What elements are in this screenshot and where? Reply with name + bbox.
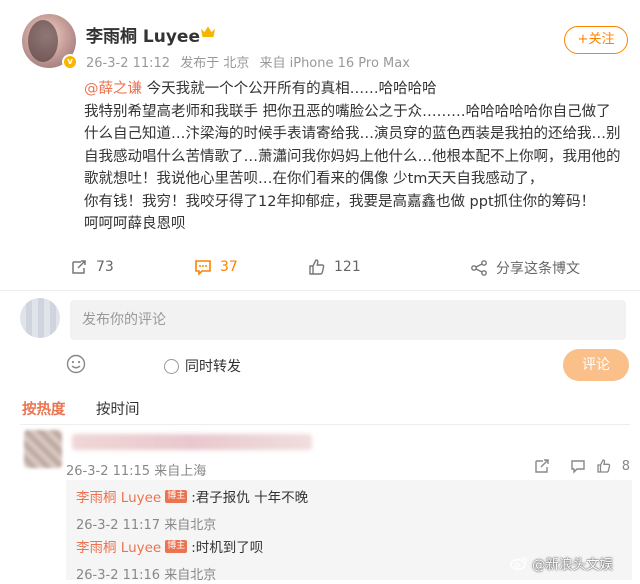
watermark: @新浪头文娱 <box>510 553 613 573</box>
username[interactable]: 李雨桐 Luyee <box>86 22 200 47</box>
comment-icon <box>195 260 211 276</box>
tab-by-time[interactable]: 按时间 <box>96 398 140 419</box>
post-body: @薛之谦 今天我就一个个公开所有的真相……哈哈哈哈 我特别希望高老师和我联手 把… <box>84 78 624 236</box>
post-location: 发布于 北京 <box>180 56 250 71</box>
comment-input-area: 发布你的评论 <box>20 298 626 346</box>
comment-button[interactable]: 37 <box>194 258 238 276</box>
reply-meta: 26-3-2 11:16 来自北京 <box>76 568 217 583</box>
comment-input[interactable]: 发布你的评论 <box>70 300 626 340</box>
reply-item: 李雨桐 Luyee 博主 :时机到了呗 26-3-2 11:16 来自北京 <box>76 536 263 583</box>
post-line-4: 自我感动唱什么苦情歌了…萧瀟问我你妈妈上他什么…他根本配不上你啊，我用他的 <box>84 148 621 165</box>
commenter-name-blurred <box>72 434 312 450</box>
action-bar: 73 37 121 分享这条博文 <box>64 258 624 282</box>
reply-meta: 26-3-2 11:17 来自北京 <box>76 518 217 533</box>
reply-author[interactable]: 李雨桐 Luyee <box>76 536 161 556</box>
post-line-3: 什么自己知道…汴梁海的时候手表请寄给我…演员穿的蓝色西装是我拍的还给我…别 <box>84 126 621 142</box>
divider <box>20 424 630 425</box>
comment-ops: 8 <box>534 458 630 476</box>
tab-by-hotness[interactable]: 按热度 <box>22 398 66 419</box>
watermark-text: @新浪头文娱 <box>532 557 613 573</box>
reply-item: 李雨桐 Luyee 博主 :君子报仇 十年不晚 26-3-2 11:17 来自北… <box>76 486 308 533</box>
repost-checkbox[interactable]: 同时转发 <box>164 356 241 376</box>
weibo-logo-icon <box>510 557 528 570</box>
share-button[interactable]: 分享这条博文 <box>470 258 580 278</box>
comment-meta: 26-3-2 11:15 来自上海 <box>66 464 207 479</box>
comment-icon[interactable] <box>570 458 586 474</box>
post-header: v 李雨桐 Luyee 26-3-2 11:12 发布于 北京 来自 iPhon… <box>22 14 628 74</box>
comment-count: 37 <box>220 259 238 275</box>
reply-text: :时机到了呗 <box>191 540 264 556</box>
comment-like-count: 8 <box>621 459 630 474</box>
crown-icon <box>201 26 215 37</box>
checkbox-icon[interactable] <box>164 358 179 374</box>
submit-comment-button[interactable]: 评论 <box>563 349 629 381</box>
my-avatar <box>20 298 60 338</box>
thumbs-up-icon[interactable] <box>596 458 612 474</box>
thumbs-up-icon <box>309 259 325 275</box>
post-line-6: 你有钱！我穷！我咬牙得了12年抑郁症，我要是高嘉鑫也做 ppt抓住你的筹码！ <box>84 193 596 210</box>
forward-icon <box>72 260 86 274</box>
forward-count: 73 <box>96 259 114 275</box>
like-button[interactable]: 121 <box>308 258 361 276</box>
verified-badge-icon: v <box>62 54 78 70</box>
like-count: 121 <box>334 259 361 275</box>
post-line-2: 我特别希望高老师和我联手 把你丑恶的嘴脸公之于众………哈哈哈哈哈你自己做了 <box>84 103 611 120</box>
post-source: 来自 iPhone 16 Pro Max <box>259 56 410 71</box>
divider <box>0 290 640 291</box>
forward-icon[interactable] <box>534 458 550 474</box>
post-line-1: @薛之谦 今天我就一个个公开所有的真相……哈哈哈哈 <box>84 81 437 97</box>
commenter-avatar[interactable] <box>24 430 62 468</box>
post-line-5: 歌就想吐！我说他心里苦呗…在你们看来的偶像 少tm天天自我感动了， <box>84 171 544 187</box>
author-badge: 博主 <box>165 489 188 503</box>
post-line-7: 呵呵呵薛良恩呗 <box>84 216 186 232</box>
post-meta: 26-3-2 11:12 发布于 北京 来自 iPhone 16 Pro Max <box>86 52 416 71</box>
share-icon <box>471 260 487 276</box>
share-label: 分享这条博文 <box>496 261 580 277</box>
author-badge: 博主 <box>165 539 188 553</box>
reply-author[interactable]: 李雨桐 Luyee <box>76 486 161 506</box>
forward-button[interactable]: 73 <box>70 258 114 276</box>
emoji-icon[interactable] <box>66 354 86 374</box>
mention-link[interactable]: @薛之谦 <box>84 81 142 97</box>
post-time[interactable]: 26-3-2 11:12 <box>86 56 170 71</box>
reply-text: :君子报仇 十年不晚 <box>191 490 309 506</box>
follow-button[interactable]: +关注 <box>564 26 628 54</box>
repost-label: 同时转发 <box>185 359 241 375</box>
